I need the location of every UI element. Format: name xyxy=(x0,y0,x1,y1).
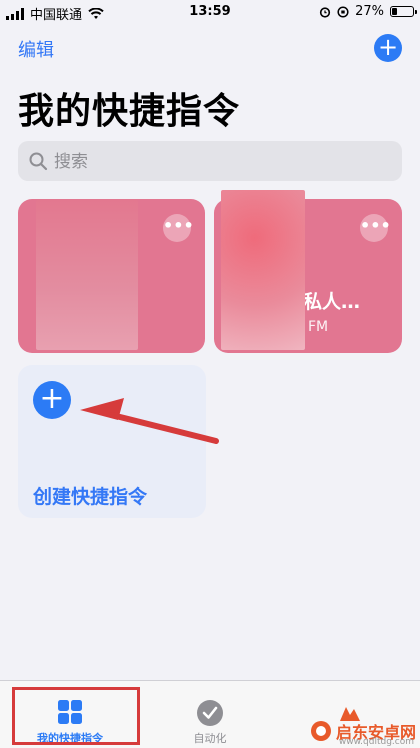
clock-check-icon xyxy=(197,700,223,726)
shortcut-subtitle: FM xyxy=(308,319,329,335)
edit-button[interactable]: 编辑 xyxy=(18,36,54,62)
annotation-highlight-box xyxy=(12,687,140,745)
search-icon xyxy=(29,152,48,171)
create-shortcut-label: 创建快捷指令 xyxy=(33,486,148,508)
battery-percent: 27% xyxy=(355,4,384,19)
search-bar[interactable] xyxy=(18,141,402,183)
page-title: 我的快捷指令 xyxy=(18,91,241,132)
privacy-blur xyxy=(36,200,138,350)
plus-icon: + xyxy=(33,381,71,419)
battery-icon xyxy=(390,6,417,17)
add-shortcut-button[interactable]: + xyxy=(374,34,402,62)
create-shortcut-card[interactable]: + 创建快捷指令 xyxy=(18,365,206,518)
tab-automation[interactable]: 自动化 xyxy=(140,681,280,748)
search-input[interactable] xyxy=(52,141,386,183)
ellipsis-icon: ••• xyxy=(163,216,194,235)
plus-icon: + xyxy=(377,33,399,61)
alarm-icon xyxy=(319,6,331,18)
watermark-url: www.qdltdg.com xyxy=(338,737,414,747)
more-options-button[interactable]: ••• xyxy=(163,214,194,242)
battery-level-fill xyxy=(392,8,397,15)
watermark-logo-icon xyxy=(310,721,331,741)
tab-label: 自动化 xyxy=(193,732,227,745)
status-bar: 中国联通 13:59 27% xyxy=(0,0,420,24)
privacy-blur xyxy=(221,190,305,350)
more-options-button[interactable]: ••• xyxy=(360,214,391,242)
ellipsis-icon: ••• xyxy=(360,216,391,235)
status-right: 27% xyxy=(319,4,417,19)
orientation-lock-icon xyxy=(337,5,349,18)
